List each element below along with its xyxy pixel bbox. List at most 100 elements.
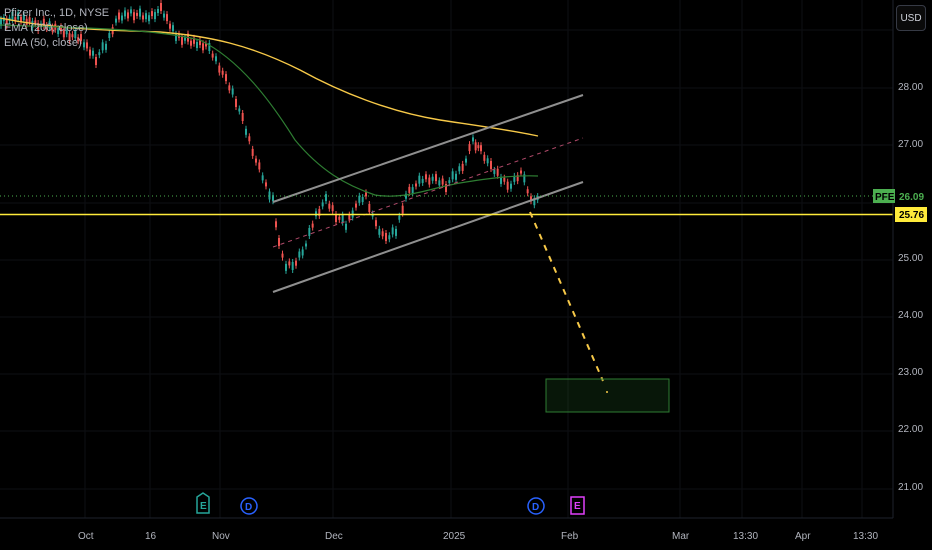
- candle: [526, 189, 529, 194]
- candle: [448, 180, 451, 184]
- candle: [238, 108, 241, 112]
- event-letter: D: [532, 502, 539, 513]
- candle: [331, 205, 334, 212]
- candle: [154, 12, 156, 20]
- candle: [225, 74, 227, 82]
- candle: [295, 260, 297, 266]
- dividend-icon[interactable]: D: [240, 497, 258, 515]
- candle: [190, 40, 192, 46]
- candle: [115, 18, 117, 23]
- candle: [221, 70, 224, 75]
- candle: [328, 203, 331, 209]
- price-tick: 28.00: [898, 82, 923, 93]
- chart-legend[interactable]: Pfizer Inc., 1D, NYSE EMA (200, close) E…: [4, 6, 109, 51]
- candle: [261, 175, 264, 181]
- candle: [465, 158, 467, 163]
- candle: [139, 8, 141, 17]
- candle: [486, 158, 489, 164]
- time-tick: Feb: [561, 531, 579, 542]
- candle: [455, 173, 457, 180]
- candle: [503, 177, 506, 182]
- candle: [163, 13, 165, 18]
- candle: [184, 37, 186, 41]
- time-axis[interactable]: Oct 16 Nov Dec 2025 Feb Mar 13:30 Apr 13…: [0, 517, 893, 542]
- candle: [228, 85, 231, 91]
- time-tick: 16: [145, 531, 157, 542]
- candle: [474, 142, 477, 151]
- price-tick: 23.00: [898, 367, 923, 378]
- candle: [251, 148, 254, 156]
- candle: [172, 25, 174, 32]
- candle: [483, 154, 486, 161]
- price-tick: 27.00: [898, 139, 923, 150]
- ema-50-label[interactable]: EMA (50, close): [4, 36, 109, 51]
- candle: [92, 50, 94, 56]
- candle: [368, 204, 371, 212]
- time-tick: 2025: [443, 531, 466, 542]
- time-tick: Oct: [78, 531, 94, 542]
- candle: [395, 228, 397, 236]
- candle: [308, 228, 311, 236]
- candle: [428, 177, 431, 185]
- candle: [265, 182, 267, 187]
- candle: [438, 180, 441, 186]
- parallel-channel[interactable]: [272, 94, 584, 293]
- candle: [458, 166, 461, 172]
- price-tick: 24.00: [898, 310, 923, 321]
- event-letter: E: [574, 501, 581, 512]
- candle: [127, 12, 129, 19]
- candle: [365, 192, 367, 197]
- candle: [202, 43, 204, 51]
- candle: [480, 145, 482, 152]
- last-price-value: 26.09: [899, 192, 924, 203]
- candle: [148, 15, 150, 22]
- candle: [166, 14, 168, 22]
- candle: [95, 57, 97, 65]
- event-letter: E: [200, 501, 207, 512]
- candle: [235, 99, 237, 107]
- earnings-icon[interactable]: E: [570, 496, 585, 515]
- projection-arrow-line[interactable]: [529, 211, 604, 382]
- candle: [231, 88, 234, 95]
- symbol-title[interactable]: Pfizer Inc., 1D, NYSE: [4, 6, 109, 21]
- channel-lower-line[interactable]: [272, 181, 584, 293]
- time-tick: 13:30: [853, 531, 878, 542]
- candle: [385, 233, 387, 241]
- candle: [431, 176, 434, 181]
- candle: [124, 10, 126, 17]
- candle: [321, 202, 324, 207]
- candle: [258, 162, 261, 170]
- price-chart[interactable]: 28.00 27.00 25.00 24.00 23.00 22.00 21.0…: [0, 0, 932, 550]
- candle: [215, 56, 217, 62]
- candle: [490, 161, 492, 169]
- candle: [245, 128, 247, 135]
- candle: [358, 195, 361, 203]
- candle: [381, 231, 384, 237]
- currency-button[interactable]: USD: [896, 5, 926, 31]
- candle: [493, 169, 496, 174]
- candle: [506, 181, 509, 190]
- candle: [477, 145, 480, 149]
- dividend-icon[interactable]: D: [527, 497, 545, 515]
- price-tick: 22.00: [898, 424, 923, 435]
- candle: [418, 175, 421, 184]
- time-tick: 13:30: [733, 531, 758, 542]
- earnings-icon[interactable]: E: [196, 492, 210, 514]
- candle: [142, 15, 144, 20]
- target-box[interactable]: [545, 378, 670, 413]
- candle: [281, 253, 284, 258]
- price-axis[interactable]: 28.00 27.00 25.00 24.00 23.00 22.00 21.0…: [873, 0, 927, 518]
- candle: [196, 42, 198, 48]
- symbol-label: PFE: [875, 192, 895, 203]
- candle: [160, 3, 162, 11]
- candle: [441, 178, 444, 185]
- time-tick: Dec: [325, 531, 343, 542]
- ema-200-label[interactable]: EMA (200, close): [4, 21, 109, 36]
- candle: [401, 205, 404, 214]
- channel-upper-line[interactable]: [272, 94, 584, 203]
- event-markers[interactable]: E D D E: [196, 492, 585, 515]
- candle: [348, 214, 351, 220]
- candle: [285, 263, 287, 271]
- candle: [435, 174, 437, 182]
- time-tick: Mar: [672, 531, 690, 542]
